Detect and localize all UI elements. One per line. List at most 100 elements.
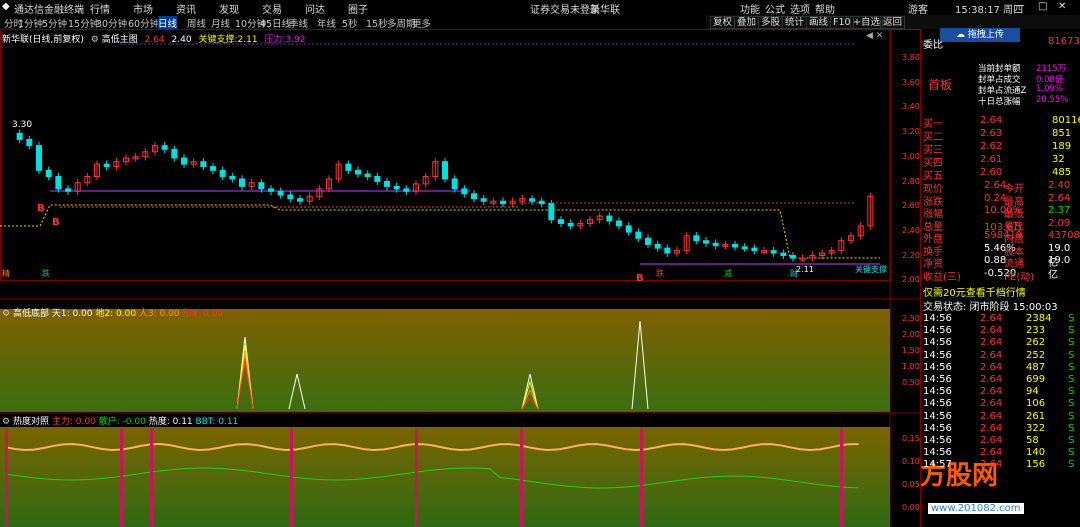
stat-value: 20.55%	[1036, 95, 1069, 105]
candle-body	[16, 132, 23, 140]
period-tab[interactable]: 更多	[412, 16, 431, 30]
overlay-button[interactable]: 叠加	[734, 16, 760, 29]
ind2-a: 主力: 0.00	[51, 417, 96, 427]
menu-item-news[interactable]: 资讯	[176, 1, 196, 16]
tick-time: 14:56	[923, 374, 952, 385]
period-tab[interactable]: 日线	[158, 16, 178, 30]
candle-body	[277, 190, 284, 196]
candle-body	[471, 193, 477, 200]
period-tab[interactable]: 年线	[317, 16, 336, 30]
maximize-icon[interactable]: □	[1038, 1, 1047, 12]
tick-price: 2.64	[980, 325, 1003, 337]
price-tick: 3.20	[902, 127, 920, 137]
main-force-bar	[290, 429, 293, 527]
candle-body	[741, 246, 748, 250]
tick-volume: 106	[1026, 398, 1046, 410]
ind1-t3: 人3: 0.00	[138, 309, 180, 319]
period-tab[interactable]: 5秒	[342, 16, 358, 30]
candle-body	[548, 203, 555, 221]
menu-item-discover[interactable]: 发现	[219, 1, 239, 16]
ind2-name[interactable]: 热度对照	[13, 417, 49, 427]
add-watchlist-button[interactable]: +自选	[850, 16, 883, 29]
guest-label[interactable]: 游客	[908, 1, 928, 16]
tick-volume: 58	[1026, 435, 1039, 446]
weibi-value: 81673	[1048, 36, 1080, 47]
gear-icon[interactable]: ⚙	[2, 417, 10, 427]
period-tab[interactable]: 30分钟	[96, 16, 127, 30]
period-tab[interactable]: 1分钟	[18, 16, 43, 30]
period-tab[interactable]: 15分钟	[68, 16, 99, 30]
quote-value: 2.40	[1048, 180, 1071, 191]
gear-icon[interactable]: ⚙	[2, 309, 10, 319]
fuquan-button[interactable]: 复权	[710, 16, 736, 29]
menu-help[interactable]: 帮助	[815, 1, 835, 16]
candle-body	[161, 145, 168, 150]
tick-price: 2.64	[980, 361, 1003, 373]
candle-body	[45, 169, 52, 177]
menu-options[interactable]: 选项	[790, 1, 810, 16]
candle-body	[287, 194, 294, 200]
legend-support-label: 关键支撑:	[198, 35, 238, 45]
candle-body	[654, 243, 661, 249]
tick-side: S	[1068, 447, 1075, 459]
bid-volume: 485	[1052, 167, 1072, 178]
candle-body	[345, 163, 352, 171]
stats-button[interactable]: 统计	[782, 16, 808, 29]
ind1-tick: 1.50	[902, 346, 920, 355]
candle-body	[258, 182, 265, 190]
candle-body	[770, 250, 777, 254]
menu-item-market2[interactable]: 市场	[133, 1, 153, 16]
app-title: 通达信金融终端	[14, 5, 84, 16]
menu-function[interactable]: 功能	[740, 1, 760, 16]
minimize-icon[interactable]: ─	[1018, 1, 1024, 12]
signal-label: 精	[2, 269, 10, 278]
menu-item-circle[interactable]: 圈子	[348, 1, 368, 16]
quote-value: 19.0亿	[1048, 255, 1071, 281]
ind2-c: 热度: 0.11	[148, 417, 193, 427]
panel-arrows-icon[interactable]: ◀ ✕	[866, 31, 883, 41]
cloud-icon: ☁	[956, 30, 968, 40]
candle-body	[297, 198, 303, 202]
period-tab[interactable]: 周线	[187, 16, 206, 30]
menu-item-ask[interactable]: 问达	[305, 1, 325, 16]
candle-body	[171, 148, 178, 159]
period-tab[interactable]: 60分钟	[128, 16, 159, 30]
candle-body	[567, 222, 574, 227]
tick-side: S	[1068, 361, 1075, 373]
stat-value: 1.09%	[1036, 84, 1064, 94]
tick-side: S	[1068, 422, 1075, 434]
candle-body	[210, 166, 216, 171]
back-button[interactable]: 返回	[880, 16, 906, 29]
menu-item-market[interactable]: 行情	[90, 1, 110, 16]
support-line	[0, 204, 880, 259]
draw-button[interactable]: 画线	[806, 16, 832, 29]
legend-support: 2.11	[237, 35, 258, 45]
tick-volume: 262	[1026, 337, 1046, 349]
upload-button[interactable]: ☁ 拖拽上传	[940, 28, 1020, 42]
candle-body	[403, 188, 410, 192]
multi-stock-button[interactable]: 多股	[758, 16, 784, 29]
period-tab[interactable]: 5分钟	[42, 16, 67, 30]
ind1-name[interactable]: 高低底部	[13, 309, 49, 319]
main-force-bar	[415, 429, 418, 527]
bid-volume: 32	[1052, 154, 1065, 165]
close-icon[interactable]: ✕	[1058, 1, 1066, 12]
legend-pressure: 3.92	[285, 35, 306, 45]
candle-body	[239, 178, 245, 187]
promo-text[interactable]: 仅需20元查看千档行情	[923, 284, 1026, 299]
candle-body	[355, 169, 361, 175]
menu-formula[interactable]: 公式	[765, 1, 785, 16]
period-tab[interactable]: 15秒	[366, 16, 388, 30]
chart-area[interactable]	[0, 29, 922, 527]
tick-price: 2.64	[980, 422, 1003, 434]
buy-mark: B	[636, 273, 644, 284]
indicator1-bg	[0, 309, 890, 412]
period-tab[interactable]: 45日线	[260, 16, 291, 30]
gear-icon[interactable]: ⚙	[91, 35, 99, 45]
period-tab[interactable]: 月线	[211, 16, 230, 30]
menu-item-trade[interactable]: 交易	[262, 1, 282, 16]
stock-name: 新华联	[590, 5, 620, 16]
bid-price: 2.64	[980, 115, 1003, 126]
legend-indicator[interactable]: 高低主图	[102, 35, 138, 45]
period-tab[interactable]: 季线	[289, 16, 308, 30]
